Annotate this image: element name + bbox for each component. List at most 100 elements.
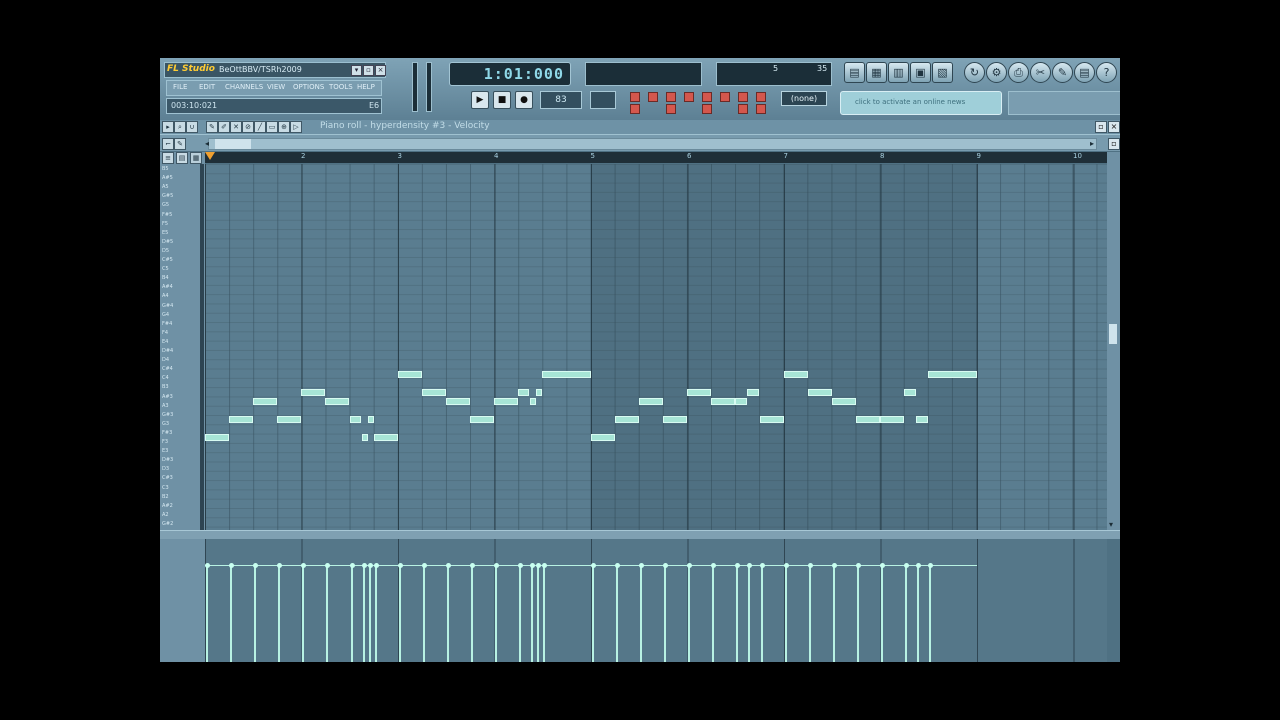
velocity-handle[interactable] [252, 563, 258, 568]
toggle-button[interactable] [666, 104, 676, 114]
scroll-left-icon[interactable]: ◂ [205, 139, 209, 148]
tempo-box[interactable] [590, 91, 616, 109]
note[interactable] [735, 398, 747, 405]
velocity-stem[interactable] [748, 566, 750, 662]
velocity-handle[interactable] [349, 563, 355, 568]
note[interactable] [928, 371, 977, 378]
velocity-stem[interactable] [664, 566, 666, 662]
pencil-tool-icon[interactable]: ✎ [206, 121, 218, 133]
velocity-stem[interactable] [857, 566, 859, 662]
note[interactable] [374, 434, 398, 441]
chord-icon[interactable]: ▤ [176, 152, 188, 164]
velocity-stem[interactable] [369, 566, 371, 662]
velocity-stem[interactable] [399, 566, 401, 662]
velocity-handle[interactable] [855, 563, 861, 568]
note[interactable] [542, 371, 591, 378]
note[interactable] [639, 398, 663, 405]
velocity-stem[interactable] [640, 566, 642, 662]
toggle-button[interactable] [630, 104, 640, 114]
note[interactable] [832, 398, 856, 405]
velocity-stem[interactable] [929, 566, 931, 662]
velocity-handle[interactable] [367, 563, 373, 568]
velocity-handle[interactable] [686, 563, 692, 568]
play-button[interactable]: ▶ [471, 91, 489, 109]
menu-arrow-icon[interactable]: ▸ [162, 121, 174, 133]
snap-selector[interactable]: (none) [781, 91, 827, 106]
velocity-stem[interactable] [785, 566, 787, 662]
toggle-button[interactable] [630, 92, 640, 102]
timeline-ruler[interactable]: 2 3 4 5 6 7 8 9 10 [205, 152, 1107, 163]
velocity-stem[interactable] [531, 566, 533, 662]
velocity-stem[interactable] [326, 566, 328, 662]
master-volume-slider[interactable] [412, 62, 418, 112]
vertical-scrollbar[interactable]: ▾ [1107, 152, 1120, 530]
refresh-icon[interactable]: ↻ [964, 62, 985, 83]
magnet-icon[interactable]: ∪ [186, 121, 198, 133]
velocity-stem[interactable] [375, 566, 377, 662]
note[interactable] [711, 398, 735, 405]
velocity-handle[interactable] [324, 563, 330, 568]
velocity-stem[interactable] [543, 566, 545, 662]
browser-icon[interactable]: ▣ [910, 62, 931, 83]
note[interactable] [916, 416, 928, 423]
velocity-handle[interactable] [638, 563, 644, 568]
menu-help[interactable]: HELP [357, 83, 375, 91]
velocity-handle[interactable] [783, 563, 789, 568]
menu-channels[interactable]: CHANNELS [225, 83, 263, 91]
note[interactable] [530, 398, 536, 405]
close-piano-roll-icon[interactable]: × [1108, 121, 1120, 133]
note[interactable] [880, 416, 904, 423]
velocity-handle[interactable] [831, 563, 837, 568]
note[interactable] [277, 416, 301, 423]
velocity-stem[interactable] [495, 566, 497, 662]
note[interactable] [350, 416, 361, 423]
note[interactable] [904, 389, 916, 396]
velocity-stem[interactable] [278, 566, 280, 662]
velocity-handle[interactable] [529, 563, 535, 568]
velocity-stem[interactable] [423, 566, 425, 662]
toggle-button[interactable] [648, 92, 658, 102]
note[interactable] [422, 389, 446, 396]
plugin-icon[interactable]: ⚙ [986, 62, 1007, 83]
velocity-handle[interactable] [903, 563, 909, 568]
mixer-icon[interactable]: ▧ [932, 62, 953, 83]
velocity-stem[interactable] [761, 566, 763, 662]
stop-button[interactable]: ■ [493, 91, 511, 109]
toggle-button[interactable] [738, 104, 748, 114]
velocity-handle[interactable] [710, 563, 716, 568]
horizontal-scroll-thumb[interactable] [215, 139, 251, 149]
velocity-handle[interactable] [204, 563, 210, 568]
playhead-marker[interactable] [205, 152, 215, 160]
velocity-stem[interactable] [447, 566, 449, 662]
velocity-stem[interactable] [905, 566, 907, 662]
menu-options[interactable]: OPTIONS [293, 83, 324, 91]
velocity-handle[interactable] [361, 563, 367, 568]
toggle-button[interactable] [702, 92, 712, 102]
help-icon[interactable]: ? [1096, 62, 1117, 83]
close-icon[interactable]: × [375, 65, 386, 76]
velocity-stem[interactable] [881, 566, 883, 662]
note[interactable] [760, 416, 784, 423]
piano-keyboard[interactable]: ≡ ▤ ▦ B5 A#5 A5 G#5 G5 F#5 F5 E5 D#5 D5 C#5 C5 B4 A#4… [160, 152, 205, 532]
scroll-right-icon[interactable]: ▸ [1090, 139, 1094, 148]
velocity-stem[interactable] [736, 566, 738, 662]
brush-tool-icon[interactable]: ✐ [218, 121, 230, 133]
settings-icon[interactable]: ✎ [1052, 62, 1073, 83]
menu-edit[interactable]: EDIT [199, 83, 215, 91]
menu-file[interactable]: FILE [173, 83, 187, 91]
toggle-button[interactable] [666, 92, 676, 102]
note[interactable] [494, 398, 518, 405]
velocity-handle[interactable] [927, 563, 933, 568]
mute-tool-icon[interactable]: ⊘ [242, 121, 254, 133]
note[interactable] [687, 389, 711, 396]
velocity-stem[interactable] [712, 566, 714, 662]
toggle-button[interactable] [756, 104, 766, 114]
record-button[interactable]: ● [515, 91, 533, 109]
menu-view[interactable]: VIEW [267, 83, 285, 91]
maximize-icon[interactable]: ▫ [1095, 121, 1107, 133]
note[interactable] [784, 371, 808, 378]
step-sequencer-icon[interactable]: ▦ [866, 62, 887, 83]
vertical-scroll-thumb[interactable] [1109, 324, 1117, 344]
lane-divider[interactable] [160, 530, 1120, 539]
note[interactable] [808, 389, 832, 396]
